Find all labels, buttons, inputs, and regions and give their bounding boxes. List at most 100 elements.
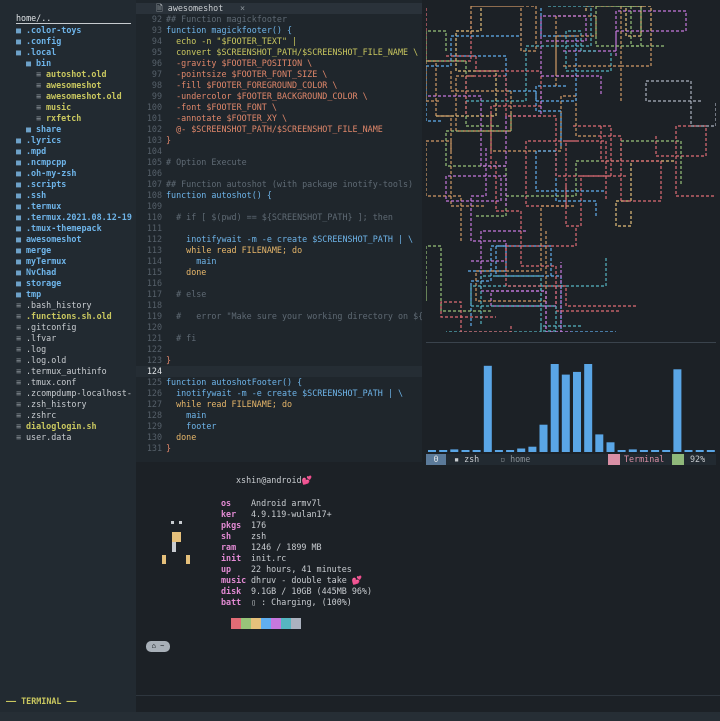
file-item[interactable]: ≡ .bash_history [16, 300, 136, 311]
folder-item[interactable]: ■ .termux [16, 201, 136, 212]
code-lines[interactable]: 92 ## Function magickfooter 93 function mag… [136, 14, 422, 454]
file-item[interactable]: ≡ autoshot.old [16, 69, 136, 80]
code-editor[interactable]: 🗎 awesomeshot × 92 ## Function magickfoot… [136, 0, 422, 462]
folder-item[interactable]: ■ .config [16, 36, 136, 47]
file-item[interactable]: ≡ .zcompdump-localhost- [16, 388, 136, 399]
code-line[interactable]: 100 -font $FOOTER_FONT \ [136, 102, 422, 113]
file-item[interactable]: ≡ .functions.sh.old [16, 311, 136, 322]
line-number: 95 [151, 47, 162, 57]
folder-item[interactable]: ■ NvChad [16, 267, 136, 278]
file-item[interactable]: ≡ .termux_authinfo [16, 366, 136, 377]
folder-item[interactable]: ■ bin [16, 58, 136, 69]
folder-item[interactable]: ■ .mpd [16, 146, 136, 157]
code-line[interactable]: 107 ## Function autoshot (with package in… [136, 179, 422, 190]
file-name: .log [26, 344, 47, 354]
code-line[interactable]: 104 [136, 146, 422, 157]
folder-item[interactable]: ■ tmp [16, 289, 136, 300]
code-line[interactable]: 109 [136, 201, 422, 212]
code-line[interactable]: 95 convert $SCREENSHOT_PATH/$SCREENSHOT_… [136, 47, 422, 58]
file-name: awesomeshot [26, 234, 82, 244]
code-line[interactable]: 120 [136, 322, 422, 333]
folder-item[interactable]: ■ merge [16, 245, 136, 256]
code-line[interactable]: 106 [136, 168, 422, 179]
code-line[interactable]: 111 [136, 223, 422, 234]
code-line[interactable]: 112 inotifywait -m -e create $SCREENSHOT… [136, 234, 422, 245]
window-zsh[interactable]: ▪ zsh [454, 454, 479, 465]
code-line[interactable]: 92 ## Function magickfooter [136, 14, 422, 25]
code-line[interactable]: 113 while read FILENAME; do [136, 245, 422, 256]
code-line[interactable]: 119 # error "Make sure your working dire… [136, 311, 422, 322]
tab-awesomeshot[interactable]: 🗎 awesomeshot [156, 3, 223, 14]
code-line[interactable]: 126 inotifywait -m -e create $SCREENSHOT… [136, 388, 422, 399]
file-item[interactable]: ≡ .log [16, 344, 136, 355]
code-line[interactable]: 108 function autoshot() { [136, 190, 422, 201]
fetch-row: pkgs 176 [221, 520, 372, 531]
file-name: rxfetch [46, 113, 82, 123]
file-item[interactable]: ≡ .zshrc [16, 410, 136, 421]
code-line[interactable]: 125 function autoshotFooter() { [136, 377, 422, 388]
line-number: 116 [146, 278, 162, 288]
folder-item[interactable]: ■ .ncmpcpp [16, 157, 136, 168]
folder-item[interactable]: ■ .scripts [16, 179, 136, 190]
code-line[interactable]: 101 -annotate $FOOTER_XY \ [136, 113, 422, 124]
file-item[interactable]: ≡ .tmux.conf [16, 377, 136, 388]
folder-item[interactable]: ■ awesomeshot [16, 234, 136, 245]
code-line[interactable]: 99 -undercolor $FOOTER_BACKGROUND_COLOR … [136, 91, 422, 102]
file-item[interactable]: ≡ music [16, 102, 136, 113]
code-line[interactable]: 118 [136, 300, 422, 311]
code-line[interactable]: 110 # if [ $(pwd) == ${SCREENSHOT_PATH} … [136, 212, 422, 223]
code-line[interactable]: 116 [136, 278, 422, 289]
code-line[interactable]: 98 -fill $FOOTER_FOREGROUND_COLOR \ [136, 80, 422, 91]
bottom-statusbar [0, 712, 720, 721]
folder-item[interactable]: ■ share [16, 124, 136, 135]
fetch-key: batt [221, 597, 242, 607]
code-line[interactable]: 131} [136, 443, 422, 454]
fetch-row: up 22 hours, 41 minutes [221, 564, 372, 575]
code-line[interactable]: 94 echo -n "$FOOTER_TEXT" | [136, 36, 422, 47]
code-line[interactable]: 96 -gravity $FOOTER_POSITION \ [136, 58, 422, 69]
file-item[interactable]: ≡ .lfvar [16, 333, 136, 344]
folder-item[interactable]: ■ .ssh [16, 190, 136, 201]
line-number: 109 [146, 201, 162, 211]
code-line[interactable]: 97 -pointsize $FOOTER_FONT_SIZE \ [136, 69, 422, 80]
code-line[interactable]: 129 footer [136, 421, 422, 432]
folder-item[interactable]: ■ .color-toys [16, 25, 136, 36]
line-number: 123 [146, 355, 162, 365]
file-item[interactable]: ≡ awesomeshot [16, 80, 136, 91]
file-item[interactable]: ≡ awesomeshot.old [16, 91, 136, 102]
folder-item[interactable]: ■ myTermux [16, 256, 136, 267]
pipe-segment [470, 146, 507, 262]
code-line[interactable]: 93 function magickfooter() { [136, 25, 422, 36]
terminal-pane[interactable]: xshin@android💕 os Android armv7l ker 4.9.11… [136, 465, 720, 695]
file-item[interactable]: ≡ .log.old [16, 355, 136, 366]
folder-item[interactable]: ■ .local [16, 47, 136, 58]
close-icon[interactable]: × [240, 3, 245, 14]
file-item[interactable]: ≡ rxfetch [16, 113, 136, 124]
code-line[interactable]: 123} [136, 355, 422, 366]
folder-item[interactable]: ■ .lyrics [16, 135, 136, 146]
folder-item[interactable]: ■ storage [16, 278, 136, 289]
code-line[interactable]: 122 [136, 344, 422, 355]
file-item[interactable]: ≡ user.data [16, 432, 136, 443]
folder-item[interactable]: ■ .termux.2021.08.12-19 [16, 212, 136, 223]
code-line[interactable]: 124 [136, 366, 422, 377]
file-item[interactable]: ≡ .zsh_history [16, 399, 136, 410]
visualizer-bar [517, 448, 526, 452]
code-line[interactable]: 115 done [136, 267, 422, 278]
code-text: done [166, 267, 207, 277]
folder-item[interactable]: ■ .tmux-themepack [16, 223, 136, 234]
code-line[interactable]: 128 main [136, 410, 422, 421]
window-home[interactable]: ▫ home [500, 454, 530, 465]
code-line[interactable]: 103} [136, 135, 422, 146]
file-item[interactable]: ≡ .gitconfig [16, 322, 136, 333]
code-line[interactable]: 130 done [136, 432, 422, 443]
file-item[interactable]: ≡ dialoglogin.sh [16, 421, 136, 432]
code-line[interactable]: 127 while read FILENAME; do [136, 399, 422, 410]
code-line[interactable]: 102 @- $SCREENSHOT_PATH/$SCREENSHOT_FILE… [136, 124, 422, 135]
pane-divider [426, 342, 716, 343]
code-line[interactable]: 117 # else [136, 289, 422, 300]
folder-item[interactable]: ■ .oh-my-zsh [16, 168, 136, 179]
code-line[interactable]: 114 main [136, 256, 422, 267]
code-line[interactable]: 121 # fi [136, 333, 422, 344]
code-line[interactable]: 105 # Option Execute [136, 157, 422, 168]
